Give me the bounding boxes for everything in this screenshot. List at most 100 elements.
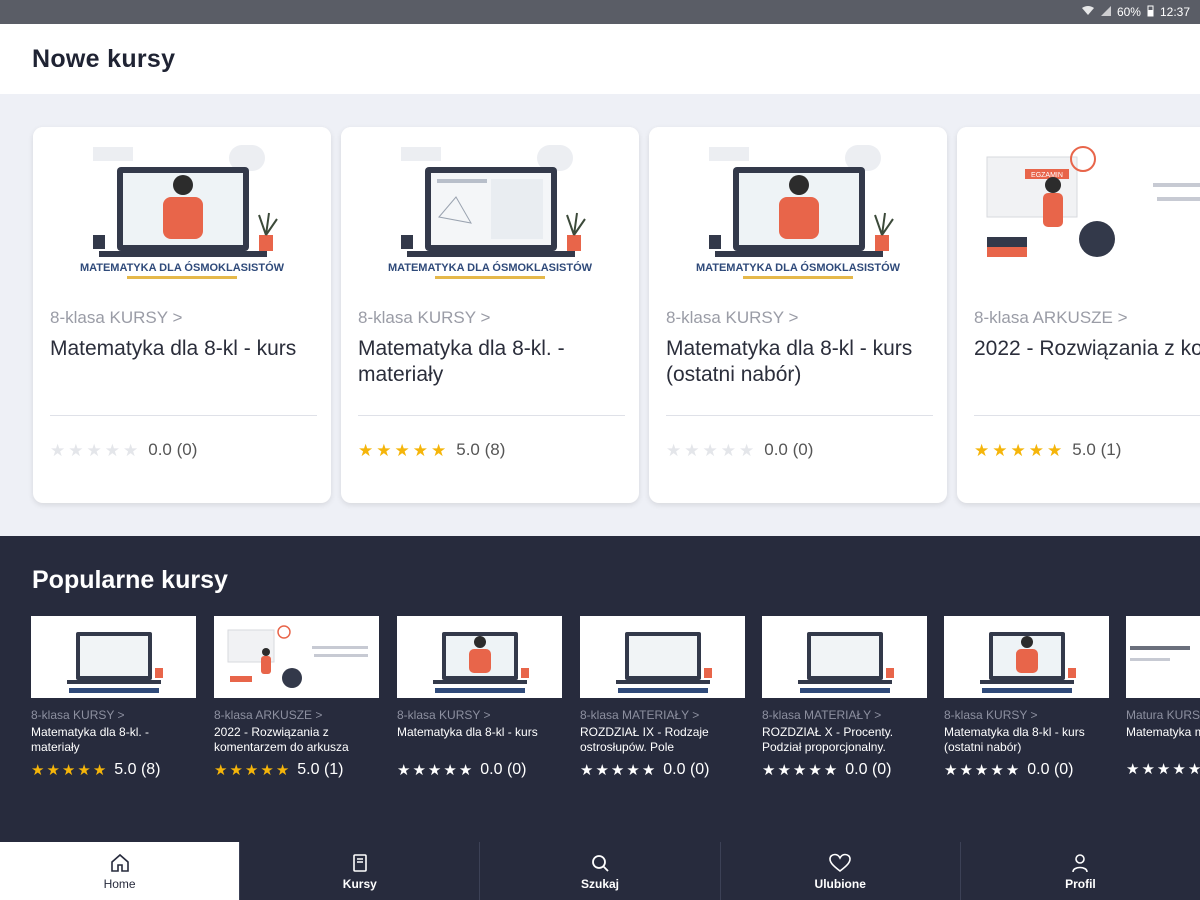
popular-course-card[interactable]: 8-klasa KURSY > Matematyka dla 8-kl - ku… xyxy=(397,616,562,779)
course-thumbnail xyxy=(1126,616,1200,698)
star-rating: ★ ★ ★ ★ ★ xyxy=(358,442,446,459)
rating-text: 0.0 (0) xyxy=(1027,761,1074,778)
star-icon: ★ xyxy=(412,761,426,779)
new-courses-carousel[interactable]: MATEMATYKA DLA ÓSMOKLASISTÓW 8-klasa KUR… xyxy=(0,94,1200,536)
tab-home[interactable]: Home xyxy=(0,842,240,900)
star-icon: ★ xyxy=(974,761,989,779)
rating-text: 0.0 (0) xyxy=(480,761,527,778)
course-category[interactable]: 8-klasa KURSY > xyxy=(397,708,562,722)
course-category[interactable]: 8-klasa KURSY > xyxy=(944,708,1109,722)
star-icon: ★ xyxy=(61,761,76,779)
star-icon: ★ xyxy=(792,761,807,779)
course-rating: ★ ★ ★ ★ ★ 0.0 (0) xyxy=(50,440,197,460)
star-icon: ★ xyxy=(641,761,656,779)
tab-label: Ulubione xyxy=(814,876,866,891)
tab-szukaj[interactable]: Szukaj xyxy=(479,842,719,900)
star-icon: ★ xyxy=(1047,440,1063,460)
course-category[interactable]: 8-klasa ARKUSZE > xyxy=(974,308,1128,328)
course-thumbnail: MATEMATYKA DLA ÓSMOKLASISTÓW xyxy=(33,127,331,289)
course-title[interactable]: Matematyka dla 8-kl - kurs (ostatni nabó… xyxy=(666,336,936,388)
star-icon: ★ xyxy=(666,440,682,460)
popular-course-card[interactable]: 8-klasa ARKUSZE > 2022 - Rozwiązania z k… xyxy=(214,616,379,779)
star-icon: ★ xyxy=(944,761,958,779)
course-category[interactable]: 8-klasa KURSY > xyxy=(50,308,182,328)
star-icon: ★ xyxy=(1187,761,1200,778)
star-icon: ★ xyxy=(427,761,442,779)
star-icon: ★ xyxy=(229,761,243,779)
course-title[interactable]: Matematyka dla 8-kl - kurs xyxy=(397,725,562,755)
star-icon: ★ xyxy=(358,440,374,460)
course-card[interactable]: EGZAMIN 8-klasa ARKUSZE > 2022 - Rozwiąz… xyxy=(957,127,1200,503)
course-title[interactable]: 2022 - Rozwiązania z komentarzem do arku xyxy=(974,336,1200,362)
tab-ulubione[interactable]: Ulubione xyxy=(719,842,960,900)
status-bar: 60% 12:37 xyxy=(0,0,1200,24)
course-category[interactable]: 8-klasa MATERIAŁY > xyxy=(580,708,745,722)
course-card[interactable]: MATEMATYKA DLA ÓSMOKLASISTÓW 8-klasa KUR… xyxy=(33,127,331,503)
star-icon: ★ xyxy=(1156,761,1171,778)
popular-course-card[interactable]: 8-klasa MATERIAŁY > ROZDZIAŁ X - Procent… xyxy=(762,616,927,779)
star-icon: ★ xyxy=(580,761,594,779)
course-category[interactable]: 8-klasa KURSY > xyxy=(31,708,196,722)
course-category[interactable]: 8-klasa KURSY > xyxy=(358,308,490,328)
star-icon: ★ xyxy=(1141,761,1155,778)
course-category[interactable]: 8-klasa MATERIAŁY > xyxy=(762,708,927,722)
course-thumbnail xyxy=(580,616,745,698)
tab-profil[interactable]: Profil xyxy=(959,842,1200,900)
star-icon: ★ xyxy=(610,761,625,779)
rating-text: 5.0 (1) xyxy=(297,761,344,778)
star-rating: ★ ★ ★ ★ ★ xyxy=(580,762,655,779)
star-icon: ★ xyxy=(86,440,102,460)
thumbnail-caption: MATEMATYKA DLA ÓSMOKLASISTÓW xyxy=(80,261,285,274)
divider xyxy=(666,415,933,416)
course-category[interactable]: 8-klasa ARKUSZE > xyxy=(214,708,379,722)
star-icon: ★ xyxy=(1010,440,1026,460)
course-title[interactable]: ROZDZIAŁ IX - Rodzaje ostrosłupów. Pole xyxy=(580,725,745,755)
star-icon: ★ xyxy=(1005,761,1020,779)
star-rating: ★ ★ ★ ★ ★ xyxy=(397,762,472,779)
course-thumbnail xyxy=(762,616,927,698)
popular-course-card[interactable]: Matura KURS Matematyka maturzystów ★★★★★ xyxy=(1126,616,1200,778)
section-title: Popularne kursy xyxy=(32,566,228,594)
thumbnail-caption: MATEMATYKA DLA ÓSMOKLASISTÓW xyxy=(696,261,901,274)
star-icon: ★ xyxy=(990,761,1004,779)
heart-icon xyxy=(829,853,852,872)
star-icon: ★ xyxy=(992,440,1008,460)
star-icon: ★ xyxy=(1028,440,1044,460)
popular-course-card[interactable]: 8-klasa KURSY > Matematyka dla 8-kl. - m… xyxy=(31,616,196,779)
course-title[interactable]: ROZDZIAŁ X - Procenty. Podział proporcjo… xyxy=(762,725,927,755)
star-icon: ★ xyxy=(959,761,973,779)
search-icon xyxy=(592,854,609,872)
star-icon: ★ xyxy=(626,761,640,779)
star-icon: ★ xyxy=(275,761,290,779)
star-icon: ★ xyxy=(720,440,736,460)
star-icon: ★ xyxy=(260,761,274,779)
course-title[interactable]: Matematyka dla 8-kl - kurs (ostatni nabó… xyxy=(944,725,1109,755)
course-category[interactable]: Matura KURS xyxy=(1126,708,1200,722)
course-card[interactable]: MATEMATYKA DLA ÓSMOKLASISTÓW 8-klasa KUR… xyxy=(341,127,639,503)
course-rating: ★ ★ ★ ★ ★ 0.0 (0) xyxy=(762,761,927,779)
wifi-icon xyxy=(1081,5,1095,19)
popular-course-card[interactable]: 8-klasa MATERIAŁY > ROZDZIAŁ IX - Rodzaj… xyxy=(580,616,745,779)
popular-courses-section: Popularne kursy 8-klasa KURSY > Matematy… xyxy=(0,536,1200,842)
course-title[interactable]: Matematyka dla 8-kl. - materiały xyxy=(358,336,628,388)
course-title[interactable]: 2022 - Rozwiązania z komentarzem do arku… xyxy=(214,725,379,755)
popular-course-card[interactable]: 8-klasa KURSY > Matematyka dla 8-kl - ku… xyxy=(944,616,1109,779)
tab-kursy[interactable]: Kursy xyxy=(239,842,479,900)
rating-text: 0.0 (0) xyxy=(845,761,892,778)
star-rating: ★ ★ ★ ★ ★ xyxy=(974,442,1062,459)
course-rating: ★ ★ ★ ★ ★ 0.0 (0) xyxy=(944,761,1109,779)
star-icon: ★ xyxy=(974,440,990,460)
course-category[interactable]: 8-klasa KURSY > xyxy=(666,308,798,328)
battery-icon xyxy=(1147,5,1154,20)
star-icon: ★ xyxy=(77,761,91,779)
course-title[interactable]: Matematyka dla 8-kl. - materiały xyxy=(31,725,196,755)
divider xyxy=(974,415,1200,416)
course-title[interactable]: Matematyka dla 8-kl - kurs xyxy=(50,336,320,362)
course-title[interactable]: Matematyka maturzystów xyxy=(1126,725,1200,755)
course-card[interactable]: MATEMATYKA DLA ÓSMOKLASISTÓW 8-klasa KUR… xyxy=(649,127,947,503)
rating-text: 0.0 (0) xyxy=(663,761,710,778)
star-icon: ★ xyxy=(431,440,447,460)
star-icon: ★ xyxy=(412,440,428,460)
course-thumbnail xyxy=(397,616,562,698)
star-icon: ★ xyxy=(458,761,473,779)
